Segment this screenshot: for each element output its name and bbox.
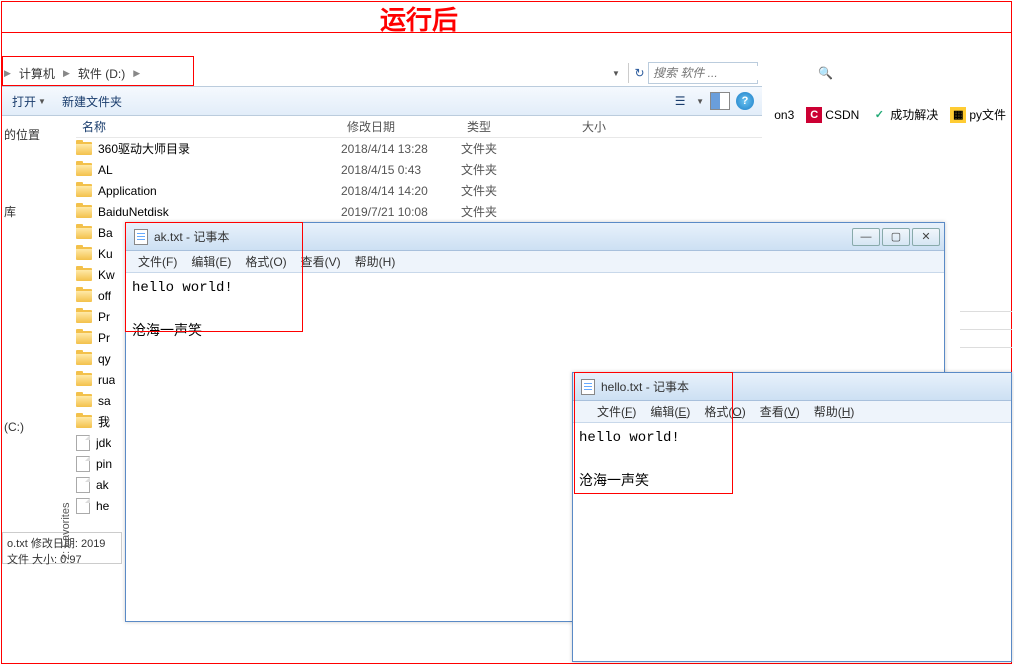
- shortcut-solve[interactable]: ✓成功解决: [871, 106, 938, 123]
- folder-icon: [76, 142, 92, 155]
- sidebar-label[interactable]: 的位置: [2, 116, 76, 153]
- file-name: rua: [98, 373, 115, 387]
- file-name: off: [98, 289, 111, 303]
- view-mode-icon[interactable]: ☰: [670, 92, 690, 110]
- annotation-highlight: [574, 372, 733, 494]
- file-date: 2018/4/14 14:20: [341, 184, 461, 198]
- file-name: Ku: [98, 247, 113, 261]
- file-name: AL: [98, 163, 113, 177]
- file-name: Application: [98, 184, 157, 198]
- menu-view[interactable]: 查看(V): [754, 401, 806, 422]
- help-icon[interactable]: ?: [736, 92, 754, 110]
- folder-icon: [76, 331, 92, 344]
- new-folder-button[interactable]: 新建文件夹: [62, 93, 122, 110]
- file-type: 文件夹: [461, 140, 576, 157]
- file-name: sa: [98, 394, 111, 408]
- file-row[interactable]: 360驱动大师目录 2018/4/14 13:28文件夹: [76, 138, 762, 159]
- favorites-tab[interactable]: 2: Favorites: [60, 503, 72, 560]
- file-name: BaiduNetdisk: [98, 205, 169, 219]
- sidebar-left: 的位置 库 (C:): [2, 116, 76, 444]
- file-date: 2019/7/21 10:08: [341, 205, 461, 219]
- file-name: jdk: [96, 436, 111, 450]
- search-icon[interactable]: 🔍: [814, 66, 837, 80]
- folder-icon: [76, 247, 92, 260]
- file-type: 文件夹: [461, 203, 576, 220]
- open-button[interactable]: 打开 ▼: [12, 93, 46, 110]
- file-row[interactable]: Application 2018/4/14 14:20文件夹: [76, 180, 762, 201]
- file-name: Kw: [98, 268, 115, 282]
- file-name: pin: [96, 457, 112, 471]
- search-box[interactable]: 🔍: [648, 62, 758, 84]
- folder-icon: [76, 226, 92, 239]
- folder-icon: [76, 373, 92, 386]
- file-name: qy: [98, 352, 111, 366]
- file-name: 360驱动大师目录: [98, 140, 190, 157]
- file-row[interactable]: AL 2018/4/15 0:43文件夹: [76, 159, 762, 180]
- menu-help[interactable]: 帮助(H): [808, 401, 861, 422]
- folder-icon: [76, 415, 92, 428]
- column-headers: 名称 修改日期 类型 大小: [76, 116, 762, 138]
- annotation-highlight: [2, 56, 194, 86]
- shortcut-on3[interactable]: on3: [774, 108, 794, 122]
- shortcut-csdn[interactable]: CCSDN: [806, 107, 859, 123]
- file-type: 文件夹: [461, 161, 576, 178]
- file-name: Ba: [98, 226, 113, 240]
- maximize-button[interactable]: ▢: [882, 228, 910, 246]
- file-name: ak: [96, 478, 109, 492]
- shortcut-py[interactable]: ▦py文件: [950, 106, 1006, 123]
- folder-icon: [76, 205, 92, 218]
- close-button[interactable]: ✕: [912, 228, 940, 246]
- file-icon: [76, 498, 90, 514]
- minimize-button[interactable]: —: [852, 228, 880, 246]
- folder-icon: [76, 352, 92, 365]
- file-name: he: [96, 499, 109, 513]
- menu-help[interactable]: 帮助(H): [349, 251, 402, 272]
- file-date: 2018/4/15 0:43: [341, 163, 461, 177]
- file-date: 2018/4/14 13:28: [341, 142, 461, 156]
- file-row[interactable]: BaiduNetdisk 2019/7/21 10:08文件夹: [76, 201, 762, 222]
- annotation-highlight: [125, 222, 303, 332]
- sidebar-label[interactable]: 库: [2, 193, 76, 230]
- chevron-down-icon[interactable]: ▼: [696, 97, 704, 106]
- table-stub: [960, 294, 1012, 348]
- file-name: 我: [98, 413, 110, 430]
- folder-icon: [76, 394, 92, 407]
- refresh-icon[interactable]: ↻: [628, 63, 646, 83]
- file-icon: [76, 477, 90, 493]
- folder-icon: [76, 289, 92, 302]
- search-input[interactable]: [649, 66, 814, 80]
- folder-icon: [76, 310, 92, 323]
- folder-icon: [76, 268, 92, 281]
- preview-pane-icon[interactable]: [710, 92, 730, 110]
- sidebar-label[interactable]: (C:): [2, 410, 76, 444]
- col-size[interactable]: 大小: [576, 118, 656, 135]
- file-name: Pr: [98, 310, 110, 324]
- chevron-down-icon: ▼: [38, 97, 46, 106]
- col-date[interactable]: 修改日期: [341, 118, 461, 135]
- folder-icon: [76, 184, 92, 197]
- col-name[interactable]: 名称: [76, 118, 341, 135]
- file-icon: [76, 456, 90, 472]
- file-name: Pr: [98, 331, 110, 345]
- annotation-divider: [1, 32, 1012, 33]
- desktop-shortcuts: on3 CCSDN ✓成功解决 ▦py文件: [774, 106, 1006, 123]
- file-type: 文件夹: [461, 182, 576, 199]
- address-dropdown-icon[interactable]: ▼: [612, 69, 626, 78]
- file-icon: [76, 435, 90, 451]
- col-type[interactable]: 类型: [461, 118, 576, 135]
- toolbar: 打开 ▼ 新建文件夹 ☰ ▼ ?: [2, 86, 762, 116]
- folder-icon: [76, 163, 92, 176]
